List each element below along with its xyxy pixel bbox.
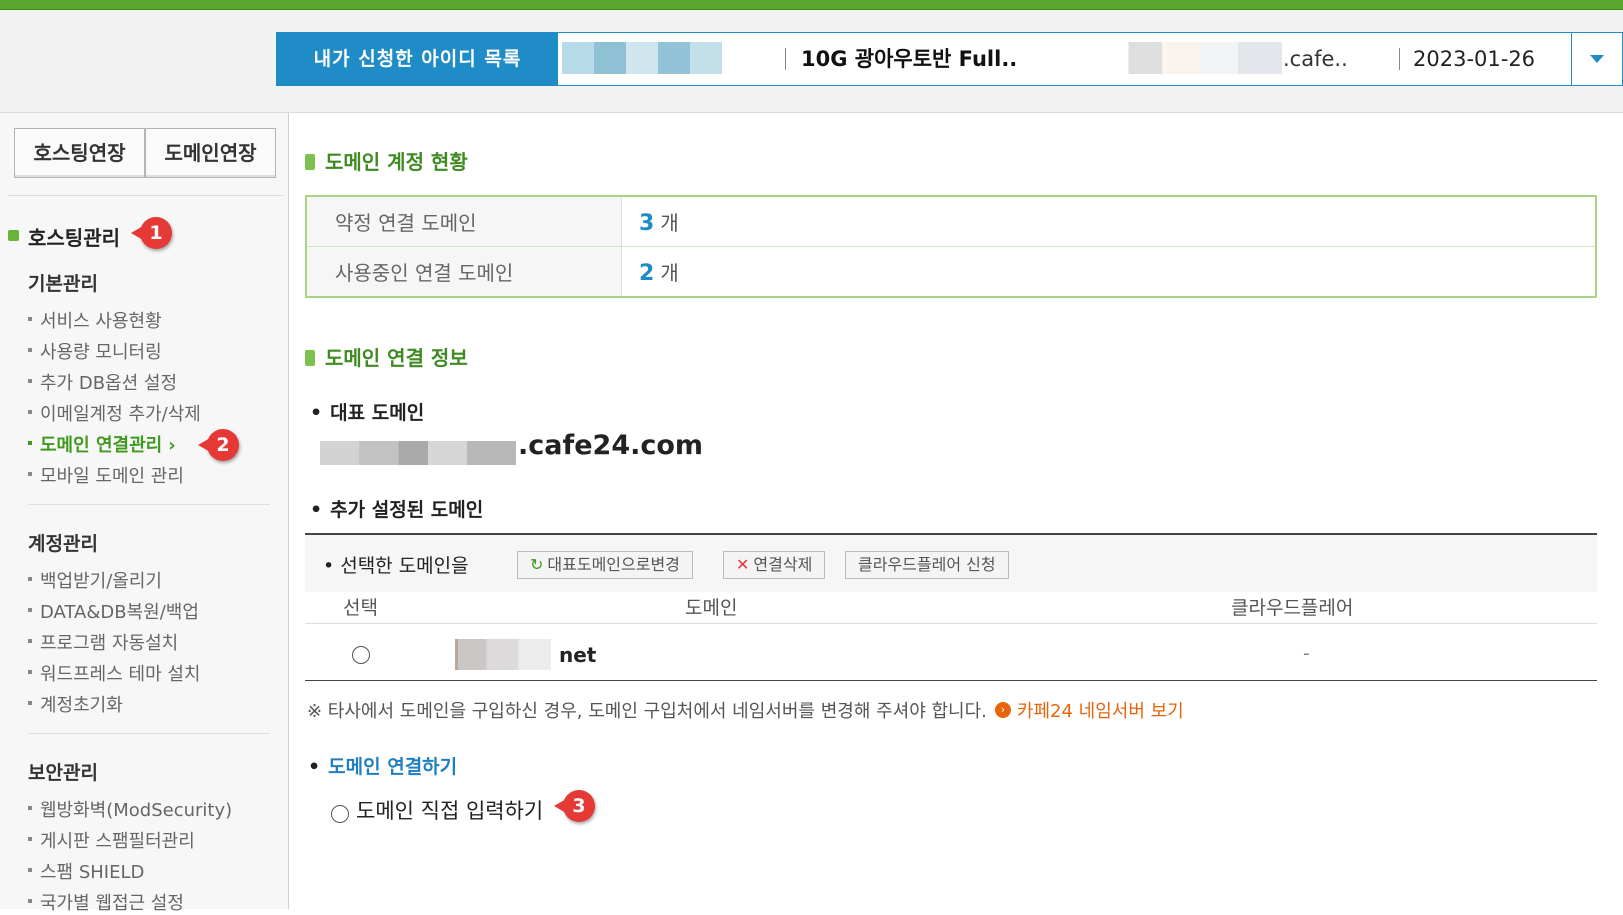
account-status-table: 약정 연결 도메인 3개 사용중인 연결 도메인 2개 xyxy=(305,195,1597,298)
refresh-icon: ↻ xyxy=(530,555,544,574)
column-header-select: 선택 xyxy=(343,597,378,619)
masked-added-domain xyxy=(455,639,551,670)
masked-account-id xyxy=(562,42,722,74)
sidebar-item-wordpress-theme[interactable]: 워드프레스 테마 설치 xyxy=(28,660,200,686)
id-list-label: 내가 신청한 아이디 목록 xyxy=(277,33,558,85)
hosting-management-title[interactable]: 호스팅관리 xyxy=(28,222,120,251)
column-header-cloudflare: 클라우드플레어 xyxy=(1231,597,1354,619)
domain-select-radio[interactable] xyxy=(352,646,370,664)
cloudflare-status: - xyxy=(1303,643,1310,664)
sidebar-item-auto-install[interactable]: 프로그램 자동설치 xyxy=(28,629,178,655)
divider xyxy=(28,504,270,505)
account-status-title: 도메인 계정 현황 xyxy=(305,146,468,175)
dropdown-toggle[interactable] xyxy=(1571,33,1622,85)
added-domains-table: 선택한 도메인을 ↻대표도메인으로변경 ✕연결삭제 클라우드플레어 신청 선택 … xyxy=(305,533,1597,681)
rep-domain-value: .cafe24.com xyxy=(518,430,704,461)
separator xyxy=(785,48,786,70)
annotation-badge-1: 1 xyxy=(131,217,172,249)
top-accent-bar xyxy=(0,0,1623,10)
stat-value: 3개 xyxy=(621,195,1596,247)
added-domain-value: net xyxy=(559,643,597,667)
separator xyxy=(1399,48,1400,70)
domain-info-title: 도메인 연결 정보 xyxy=(305,342,468,371)
selected-domain-label: 선택한 도메인을 xyxy=(323,551,468,578)
sidebar-item-data-restore[interactable]: DATA&DB복원/백업 xyxy=(28,598,199,624)
delete-connection-button[interactable]: ✕ 연결삭제 xyxy=(723,551,826,579)
domain-suffix: .cafe.. xyxy=(1283,47,1348,71)
id-selector[interactable]: 내가 신청한 아이디 목록 10G 광아우토반 Full.. .cafe.. 2… xyxy=(276,32,1623,86)
masked-rep-domain xyxy=(320,441,516,465)
masked-domain xyxy=(1124,42,1282,74)
sidebar-item-country-access[interactable]: 국가별 웹접근 설정 xyxy=(28,889,184,915)
extend-hosting-button[interactable]: 호스팅연장 xyxy=(14,128,145,178)
divider xyxy=(8,195,284,196)
chevron-right-icon: › xyxy=(168,435,176,456)
annotation-badge-3: 3 xyxy=(554,790,595,822)
action-toolbar: 선택한 도메인을 ↻대표도메인으로변경 ✕연결삭제 클라우드플레어 신청 xyxy=(305,535,1597,592)
extend-domain-button[interactable]: 도메인연장 xyxy=(145,128,276,178)
section-icon xyxy=(305,153,315,170)
column-header-domain: 도메인 xyxy=(685,597,738,619)
set-rep-domain-button[interactable]: ↻ 대표도메인으로변경 xyxy=(517,551,693,579)
divider xyxy=(28,733,270,734)
sidebar-item-service-status[interactable]: 서비스 사용현황 xyxy=(28,307,162,333)
caret-down-icon xyxy=(1590,55,1604,63)
sidebar-item-domain-connection[interactable]: 도메인 연결관리 › xyxy=(28,431,176,457)
group-title-security: 보안관리 xyxy=(28,762,98,784)
close-icon: ✕ xyxy=(736,555,750,574)
arrow-right-icon: › xyxy=(994,702,1011,718)
domain-connect-title: 도메인 연결하기 xyxy=(308,752,457,779)
sidebar: 호스팅연장 도메인연장 호스팅관리 1 기본관리 서비스 사용현황 사용량 모니… xyxy=(0,113,289,914)
direct-input-radio[interactable] xyxy=(331,805,349,823)
view-nameserver-link[interactable]: 카페24 네임서버 보기 xyxy=(1017,701,1184,722)
sidebar-item-spam-shield[interactable]: 스팸 SHIELD xyxy=(28,858,144,884)
group-title-basic: 기본관리 xyxy=(28,273,98,295)
annotation-badge-2: 2 xyxy=(198,429,239,461)
sidebar-item-account-reset[interactable]: 계정초기화 xyxy=(28,691,123,717)
table-row: 사용중인 연결 도메인 2개 xyxy=(306,246,1596,297)
stat-value: 2개 xyxy=(621,246,1596,297)
cloudflare-apply-button[interactable]: 클라우드플레어 신청 xyxy=(845,551,1009,579)
group-title-account: 계정관리 xyxy=(28,533,98,555)
added-domains-label: 추가 설정된 도메인 xyxy=(310,495,483,522)
sidebar-item-backup[interactable]: 백업받기/올리기 xyxy=(28,567,162,593)
header: 내가 신청한 아이디 목록 10G 광아우토반 Full.. .cafe.. 2… xyxy=(0,10,1623,113)
direct-input-label[interactable]: 도메인 직접 입력하기 xyxy=(356,795,543,825)
sidebar-item-db-options[interactable]: 추가 DB옵션 설정 xyxy=(28,369,177,395)
section-icon xyxy=(305,349,315,366)
sidebar-item-web-firewall[interactable]: 웹방화벽(ModSecurity) xyxy=(28,796,232,822)
sidebar-item-spam-filter[interactable]: 게시판 스팸필터관리 xyxy=(28,827,195,853)
stat-label: 사용중인 연결 도메인 xyxy=(306,246,622,297)
sidebar-item-mobile-domain[interactable]: 모바일 도메인 관리 xyxy=(28,462,184,488)
service-date: 2023-01-26 xyxy=(1413,47,1536,71)
nameserver-note: ※ 타사에서 도메인을 구입하신 경우, 도메인 구입처에서 네임서버를 변경해… xyxy=(307,701,1184,722)
rep-domain-label: 대표 도메인 xyxy=(310,398,424,425)
sidebar-item-usage-monitoring[interactable]: 사용량 모니터링 xyxy=(28,338,162,364)
stat-label: 약정 연결 도메인 xyxy=(306,195,622,247)
sidebar-item-email-accounts[interactable]: 이메일계정 추가/삭제 xyxy=(28,400,201,426)
divider xyxy=(305,623,1597,624)
table-row: 약정 연결 도메인 3개 xyxy=(306,195,1596,247)
plan-name: 10G 광아우토반 Full.. xyxy=(801,47,1018,71)
collapse-icon[interactable] xyxy=(8,230,19,241)
